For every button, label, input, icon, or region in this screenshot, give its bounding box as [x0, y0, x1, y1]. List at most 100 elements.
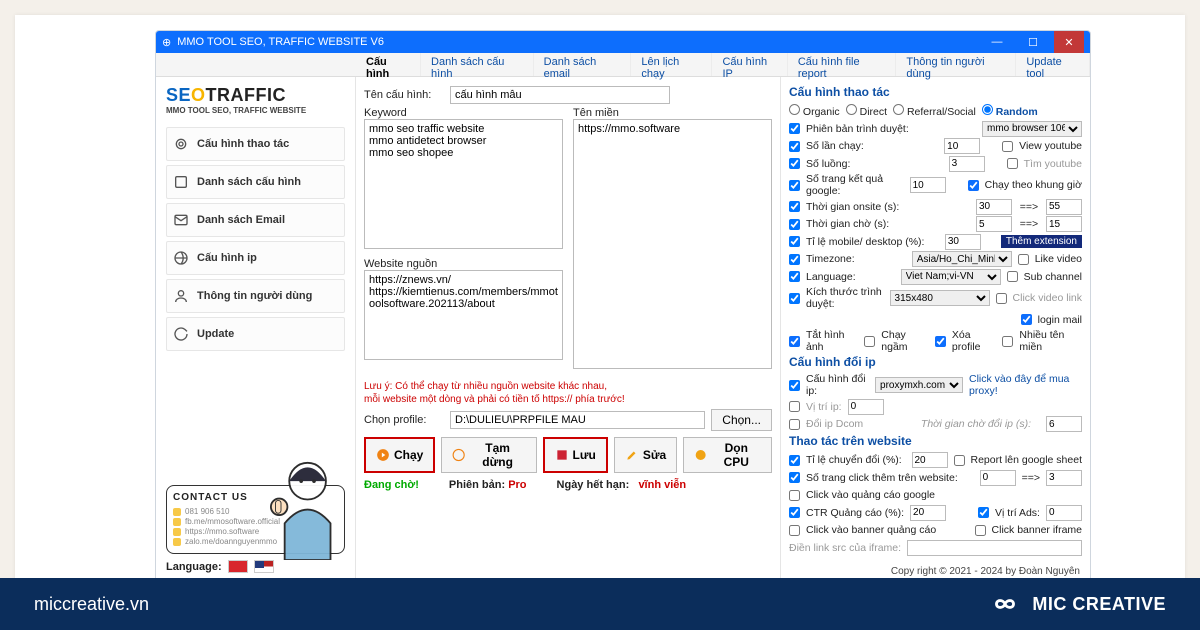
domain-textarea[interactable]: https://mmo.software [573, 119, 772, 369]
num-adpos[interactable] [1046, 505, 1082, 521]
chk-ip[interactable] [789, 380, 800, 391]
chk-size[interactable] [789, 293, 800, 304]
sidebar-item-thaotac[interactable]: Cấu hình thao tác [166, 127, 345, 161]
chk-sub[interactable] [1007, 271, 1018, 282]
num-onsite-b[interactable] [1046, 199, 1082, 215]
sidebar-item-update[interactable]: Update [166, 317, 345, 351]
contact-card: CONTACT US 081 906 510 fb.me/mmosoftware… [166, 485, 345, 554]
ext-button[interactable]: Thêm extension [1001, 235, 1082, 248]
num-threads[interactable] [949, 156, 985, 172]
num-ratio[interactable] [945, 234, 981, 250]
pause-icon [452, 448, 465, 462]
mode-organic[interactable]: Organic [789, 104, 840, 118]
mode-direct[interactable]: Direct [846, 104, 887, 118]
chk-banner[interactable] [789, 525, 800, 536]
buy-proxy-link[interactable]: Click vào đây để mua proxy! [969, 373, 1082, 397]
tab-cauhinh[interactable]: Cấu hình [356, 53, 421, 76]
tab-cauhinh-ip[interactable]: Cấu hình IP [712, 53, 787, 76]
chk-conv[interactable] [789, 455, 800, 466]
num-wait-b[interactable] [1046, 216, 1082, 232]
flag-us-icon[interactable] [254, 560, 274, 573]
minimize-button[interactable]: — [982, 31, 1012, 53]
save-icon [555, 448, 569, 462]
num-more-b[interactable] [1046, 470, 1082, 486]
iframe-src-input[interactable] [907, 540, 1082, 556]
source-label: Website nguồn [364, 258, 563, 270]
user-icon [173, 288, 189, 304]
num-pages[interactable] [910, 177, 946, 193]
chk-login[interactable] [1021, 314, 1032, 325]
num-runs[interactable] [944, 138, 980, 154]
chk-like[interactable] [1018, 254, 1029, 265]
tab-update[interactable]: Update tool [1016, 53, 1090, 76]
save-button[interactable]: Lưu [543, 437, 608, 473]
tab-ds-cauhinh[interactable]: Danh sách cấu hình [421, 53, 534, 76]
num-ctr[interactable] [910, 505, 946, 521]
settings-panel: Cấu hình thao tác Organic Direct Referra… [780, 77, 1090, 581]
chk-adpos[interactable] [978, 507, 989, 518]
sidebar-item-ip[interactable]: Cấu hình ip [166, 241, 345, 275]
tab-file-report[interactable]: Cấu hình file report [788, 53, 897, 76]
list-icon [173, 174, 189, 190]
chk-off-img[interactable] [789, 336, 800, 347]
sidebar-item-ds-email[interactable]: Danh sách Email [166, 203, 345, 237]
clean-button[interactable]: Dọn CPU [683, 437, 772, 473]
profile-input[interactable] [450, 411, 705, 429]
chk-report[interactable] [954, 455, 965, 466]
chk-onsite[interactable] [789, 201, 800, 212]
keyword-textarea[interactable]: mmo seo traffic website mmo antidetect b… [364, 119, 563, 249]
mode-random[interactable]: Random [982, 104, 1038, 118]
chk-del[interactable] [935, 336, 946, 347]
maximize-button[interactable]: ☐ [1018, 31, 1048, 53]
chk-runs[interactable] [789, 141, 800, 152]
sel-lang[interactable]: Viet Nam;vi-VN [901, 269, 1001, 285]
chk-multi[interactable] [1002, 336, 1013, 347]
chk-frame[interactable] [968, 180, 979, 191]
sidebar-item-ds-cauhinh[interactable]: Danh sách cấu hình [166, 165, 345, 199]
num-ip-pos[interactable] [848, 399, 884, 415]
chk-dcom[interactable] [789, 419, 800, 430]
flag-vn-icon[interactable] [228, 560, 248, 573]
sel-size[interactable]: 315x480 [890, 290, 990, 306]
tab-lich-chay[interactable]: Lên lịch chạy [631, 53, 712, 76]
chk-more[interactable] [789, 472, 800, 483]
config-name-input[interactable] [450, 86, 670, 104]
chk-clkvid[interactable] [996, 293, 1007, 304]
sel-ip[interactable]: proxymxh.com [875, 377, 963, 393]
chk-pages[interactable] [789, 180, 800, 191]
num-ip-wait[interactable] [1046, 416, 1082, 432]
tab-ds-email[interactable]: Danh sách email [534, 53, 632, 76]
chk-lang[interactable] [789, 271, 800, 282]
infinity-icon [988, 589, 1022, 619]
close-button[interactable]: ✕ [1054, 31, 1084, 53]
source-textarea[interactable]: https://znews.vn/ https://kiemtienus.com… [364, 270, 563, 360]
pause-button[interactable]: Tạm dừng [441, 437, 536, 473]
choose-button[interactable]: Chọn... [711, 409, 772, 431]
chk-find-yt[interactable] [1007, 158, 1018, 169]
tab-user-info[interactable]: Thông tin người dùng [896, 53, 1016, 76]
chk-ip-pos[interactable] [789, 401, 800, 412]
chk-view-yt[interactable] [1002, 141, 1013, 152]
num-onsite-a[interactable] [976, 199, 1012, 215]
sel-tz[interactable]: Asia/Ho_Chi_Minh [912, 251, 1012, 267]
chk-ratio[interactable] [789, 236, 800, 247]
mode-referral[interactable]: Referral/Social [893, 104, 976, 118]
chk-iframe[interactable] [975, 525, 986, 536]
titlebar: ⊕ MMO TOOL SEO, TRAFFIC WEBSITE V6 — ☐ ✕ [156, 31, 1090, 53]
profile-label: Chọn profile: [364, 414, 444, 426]
chk-ctr[interactable] [789, 507, 800, 518]
num-wait-a[interactable] [976, 216, 1012, 232]
sel-browser-ver[interactable]: mmo browser 106 [982, 121, 1082, 137]
chk-wait[interactable] [789, 219, 800, 230]
run-button[interactable]: Chạy [364, 437, 435, 473]
chk-browser-ver[interactable] [789, 123, 800, 134]
chk-tz[interactable] [789, 254, 800, 265]
chk-bg[interactable] [864, 336, 875, 347]
mail-icon [173, 212, 189, 228]
num-more-a[interactable] [980, 470, 1016, 486]
chk-threads[interactable] [789, 158, 800, 169]
chk-ads[interactable] [789, 490, 800, 501]
sidebar-item-user[interactable]: Thông tin người dùng [166, 279, 345, 313]
num-conv[interactable] [912, 452, 948, 468]
edit-button[interactable]: Sửa [614, 437, 677, 473]
